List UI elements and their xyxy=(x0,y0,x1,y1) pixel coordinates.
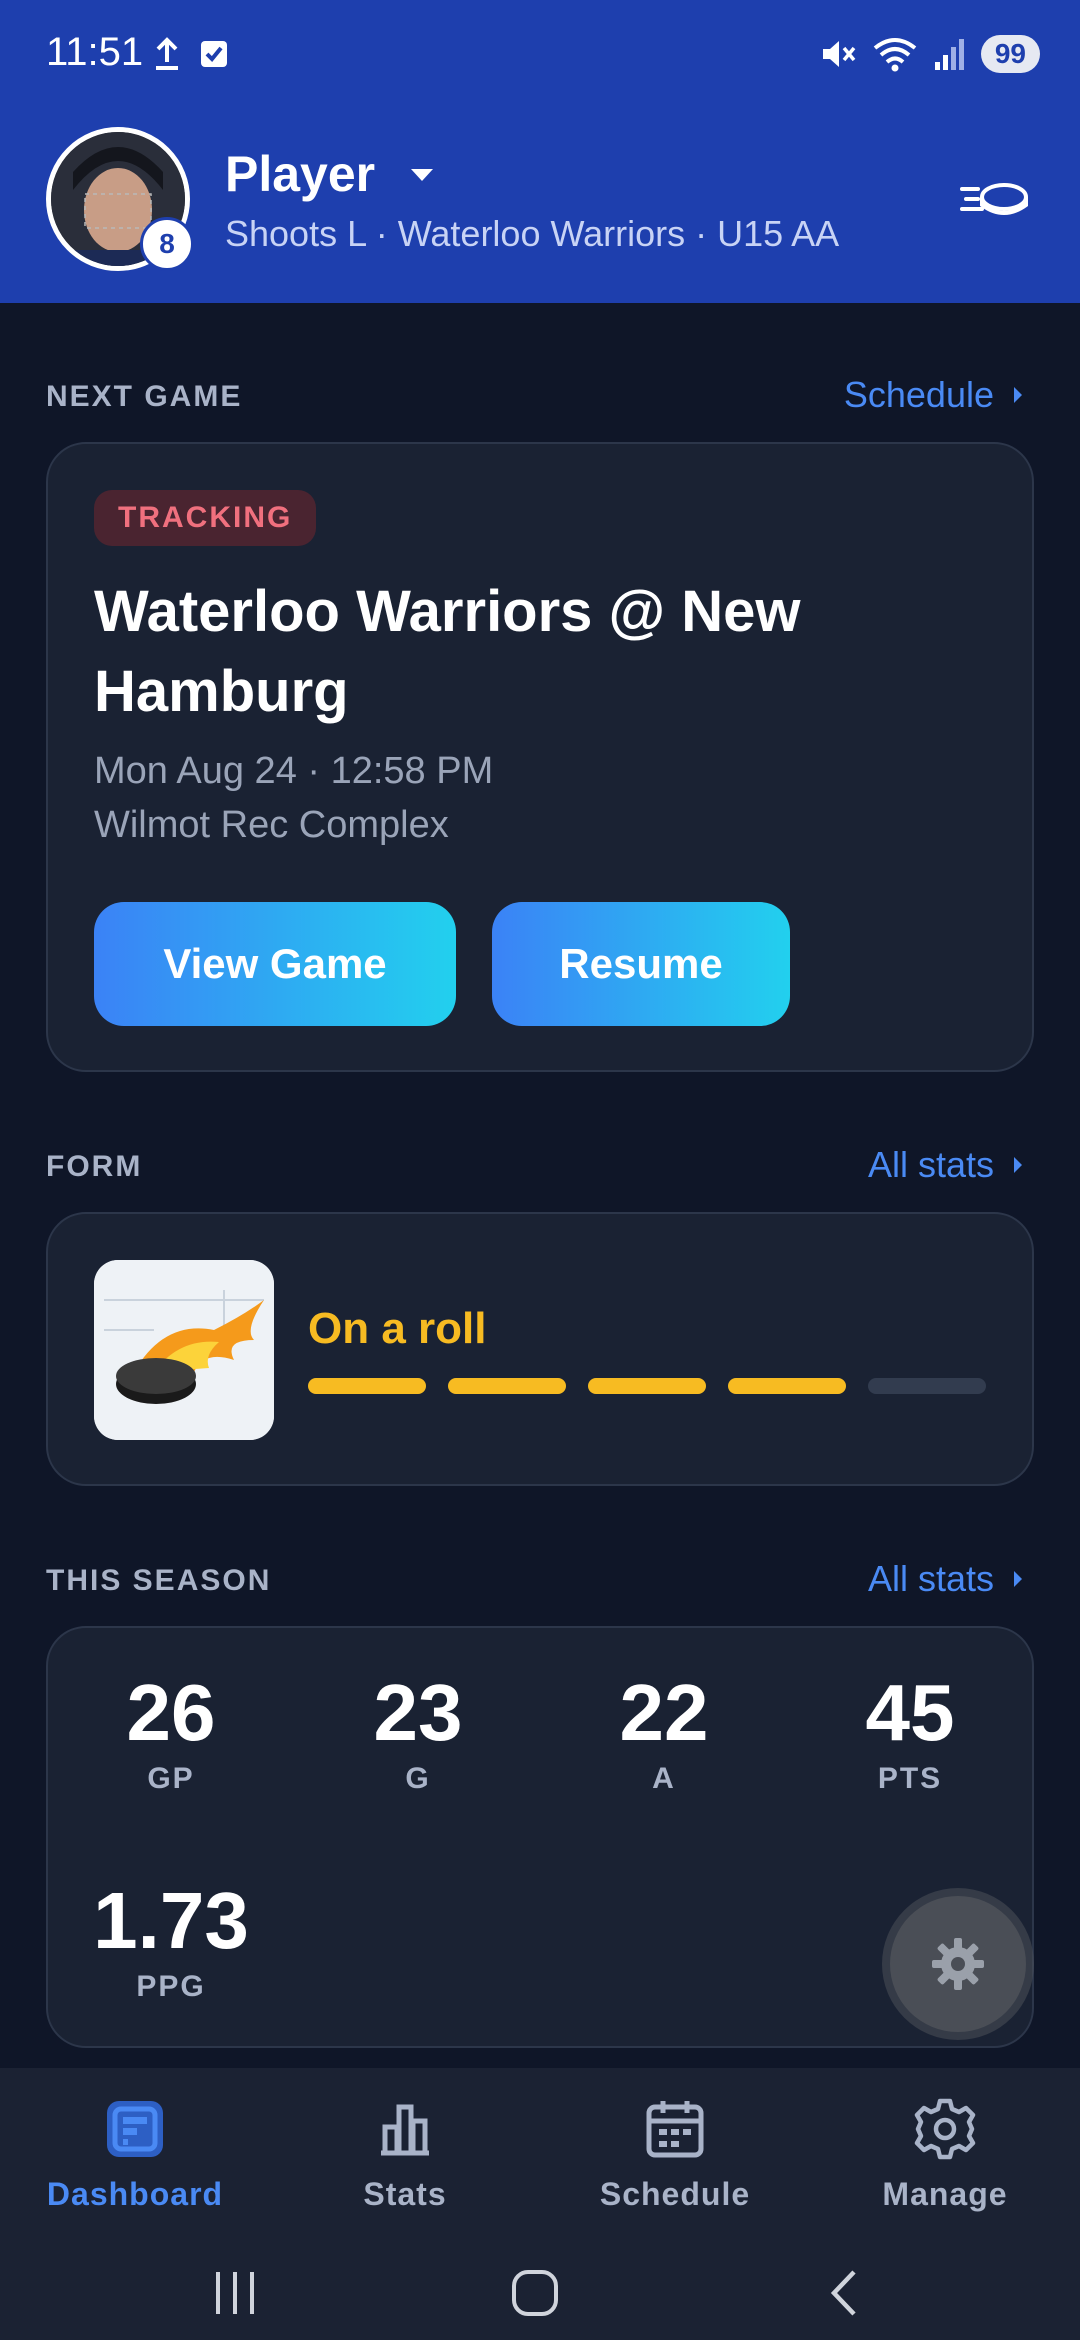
season-stats-card: 26 GP 23 G 22 A 45 PTS 1.73 PPG xyxy=(46,1626,1034,2048)
nav-item-schedule[interactable]: Schedule xyxy=(540,2090,810,2213)
status-left-icons xyxy=(152,36,230,72)
form-card[interactable]: On a roll xyxy=(46,1212,1034,1486)
bar-chart-icon xyxy=(381,2104,429,2156)
form-status-label: On a roll xyxy=(308,1304,487,1353)
game-datetime: Mon Aug 24 · 12:58 PM xyxy=(94,750,494,792)
form-bar-1 xyxy=(308,1378,426,1394)
upload-icon xyxy=(156,37,178,70)
dashboard-icon xyxy=(107,2101,163,2157)
back-icon[interactable] xyxy=(820,2268,870,2318)
stat-value: 1.73 xyxy=(93,1876,249,1965)
game-venue: Wilmot Rec Complex xyxy=(94,804,449,846)
signal-icon xyxy=(934,39,964,70)
game-title: Waterloo Warriors @ New Hamburg xyxy=(94,579,801,724)
stat-value: 45 xyxy=(865,1668,955,1757)
nav-label-schedule: Schedule xyxy=(599,2176,751,2212)
puck-speed-icon[interactable] xyxy=(960,175,1030,225)
flaming-puck-image xyxy=(94,1260,274,1440)
stat-label: PPG xyxy=(136,1970,206,2003)
season-all-stats-label: All stats xyxy=(867,1558,994,1599)
stat-label: A xyxy=(652,1762,676,1795)
nav-item-manage[interactable]: Manage xyxy=(810,2090,1080,2213)
jersey-number-badge: 8 xyxy=(140,217,194,271)
stat-label: PTS xyxy=(877,1762,943,1795)
stat-label: G xyxy=(405,1762,431,1795)
schedule-link-label: Schedule xyxy=(843,374,994,415)
stat-gp: 26 GP xyxy=(71,1668,271,1796)
nav-label-manage: Manage xyxy=(882,2176,1008,2212)
player-name[interactable]: Player xyxy=(225,145,375,203)
gear-icon xyxy=(914,2098,976,2160)
stat-g: 23 G xyxy=(318,1668,518,1796)
checkbox-icon xyxy=(201,41,227,67)
status-right-icons: 99 xyxy=(817,34,1040,74)
chevron-down-icon[interactable] xyxy=(408,165,436,185)
stat-value: 23 xyxy=(373,1668,463,1757)
form-bar-2 xyxy=(448,1378,566,1394)
gear-icon xyxy=(932,1938,984,1990)
system-navigation-bar xyxy=(0,2240,1080,2340)
form-bar-5 xyxy=(868,1378,986,1394)
recent-apps-icon[interactable] xyxy=(210,2268,260,2318)
stat-a: 22 A xyxy=(564,1668,764,1796)
mute-icon xyxy=(822,41,856,67)
battery-indicator: 99 xyxy=(980,35,1040,73)
home-icon[interactable] xyxy=(510,2268,560,2318)
form-bar-3 xyxy=(588,1378,706,1394)
season-all-stats-link[interactable]: All stats xyxy=(868,1558,1024,1600)
nav-item-stats[interactable]: Stats xyxy=(270,2090,540,2213)
next-game-card[interactable]: TRACKING Waterloo Warriors @ New Hamburg… xyxy=(46,442,1034,1072)
status-bar: 11:51 99 xyxy=(0,0,1080,115)
nav-label-stats: Stats xyxy=(363,2176,447,2212)
calendar-icon xyxy=(646,2101,704,2158)
stat-ppg: 1.73 PPG xyxy=(71,1876,271,2004)
app-screen: 11:51 99 8 Player Shoots L · Waterloo Wa… xyxy=(0,0,1080,2340)
stat-value: 26 xyxy=(126,1668,216,1757)
settings-fab-button[interactable] xyxy=(890,1896,1026,2032)
nav-label-dashboard: Dashboard xyxy=(46,2176,224,2212)
chevron-right-icon xyxy=(1014,387,1022,403)
form-section-title: FORM xyxy=(46,1150,143,1183)
stat-label: GP xyxy=(147,1762,195,1795)
next-game-section-title: NEXT GAME xyxy=(46,380,243,413)
stat-pts: 45 PTS xyxy=(810,1668,1010,1796)
form-all-stats-link[interactable]: All stats xyxy=(868,1144,1024,1186)
tracking-badge: TRACKING xyxy=(94,490,317,546)
wifi-icon xyxy=(873,38,917,72)
form-streak-bars xyxy=(308,1378,986,1394)
season-section-title: THIS SEASON xyxy=(46,1564,272,1597)
form-bar-4 xyxy=(728,1378,846,1394)
schedule-link[interactable]: Schedule xyxy=(844,374,1024,416)
resume-button[interactable]: Resume xyxy=(492,902,790,1026)
player-subtitle: Shoots L · Waterloo Warriors · U15 AA xyxy=(225,213,840,254)
view-game-button[interactable]: View Game xyxy=(94,902,456,1026)
chevron-right-icon xyxy=(1014,1571,1022,1587)
bottom-navigation: Dashboard Stats Schedule Manage xyxy=(0,2068,1080,2340)
nav-item-dashboard[interactable]: Dashboard xyxy=(0,2090,270,2213)
player-header[interactable]: 8 Player Shoots L · Waterloo Warriors · … xyxy=(0,115,1080,303)
form-all-stats-label: All stats xyxy=(867,1144,994,1185)
chevron-right-icon xyxy=(1014,1157,1022,1173)
stat-value: 22 xyxy=(619,1668,709,1757)
status-time: 11:51 xyxy=(46,30,144,74)
